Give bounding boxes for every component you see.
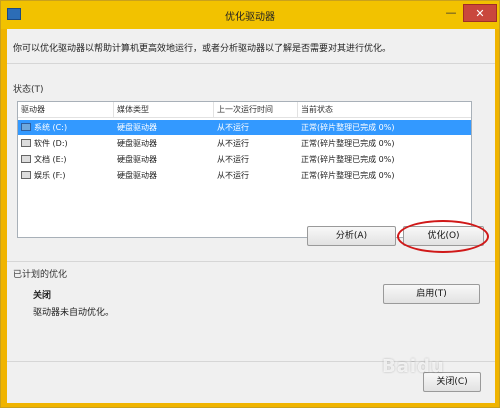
drive-row-d[interactable]: 软件 (D:) 硬盘驱动器 从不运行 正常(碎片整理已完成 0%) bbox=[18, 136, 471, 151]
divider bbox=[7, 63, 495, 64]
status-section-label: 状态(T) bbox=[13, 85, 44, 95]
column-header-media-type[interactable]: 媒体类型 bbox=[114, 102, 214, 118]
current-status: 正常(碎片整理已完成 0%) bbox=[301, 123, 395, 132]
dialog-content: 你可以优化驱动器以帮助计算机更高效地运行，或者分析驱动器以了解是否需要对其进行优… bbox=[7, 29, 495, 403]
drive-row-e[interactable]: 文档 (E:) 硬盘驱动器 从不运行 正常(碎片整理已完成 0%) bbox=[18, 152, 471, 167]
current-status: 正常(碎片整理已完成 0%) bbox=[301, 139, 395, 148]
last-run: 从不运行 bbox=[217, 123, 249, 132]
media-type: 硬盘驱动器 bbox=[117, 139, 157, 148]
column-header-drive[interactable]: 驱动器 bbox=[18, 102, 114, 118]
intro-text: 你可以优化驱动器以帮助计算机更高效地运行，或者分析驱动器以了解是否需要对其进行优… bbox=[13, 44, 392, 54]
media-type: 硬盘驱动器 bbox=[117, 123, 157, 132]
drive-name: 系统 (C:) bbox=[34, 123, 68, 132]
drive-icon bbox=[21, 139, 31, 147]
drive-name: 软件 (D:) bbox=[34, 139, 68, 148]
close-window-button[interactable]: ✕ bbox=[463, 4, 497, 22]
drive-icon bbox=[21, 155, 31, 163]
drive-row-c[interactable]: 系统 (C:) 硬盘驱动器 从不运行 正常(碎片整理已完成 0%) bbox=[18, 120, 471, 135]
last-run: 从不运行 bbox=[217, 155, 249, 164]
drive-name: 文档 (E:) bbox=[34, 155, 67, 164]
column-header-current-status[interactable]: 当前状态 bbox=[298, 102, 471, 118]
scheduled-state: 关闭 bbox=[33, 291, 52, 301]
media-type: 硬盘驱动器 bbox=[117, 171, 157, 180]
drive-row-f[interactable]: 娱乐 (F:) 硬盘驱动器 从不运行 正常(碎片整理已完成 0%) bbox=[18, 168, 471, 183]
column-header-last-run[interactable]: 上一次运行时间 bbox=[214, 102, 298, 118]
optimize-drives-window: 优化驱动器 — ✕ 你可以优化驱动器以帮助计算机更高效地运行，或者分析驱动器以了… bbox=[0, 0, 500, 408]
window-title: 优化驱动器 bbox=[225, 12, 275, 23]
divider bbox=[7, 361, 495, 362]
title-bar[interactable]: 优化驱动器 — ✕ bbox=[1, 1, 499, 29]
windows-drive-icon bbox=[21, 123, 31, 131]
current-status: 正常(碎片整理已完成 0%) bbox=[301, 171, 395, 180]
drive-name: 娱乐 (F:) bbox=[34, 171, 66, 180]
last-run: 从不运行 bbox=[217, 139, 249, 148]
scheduled-optimization-label: 已计划的优化 bbox=[13, 270, 68, 280]
enable-button[interactable]: 启用(T) bbox=[383, 284, 480, 304]
divider bbox=[7, 261, 495, 262]
highlight-circle bbox=[397, 220, 489, 253]
analyze-button[interactable]: 分析(A) bbox=[307, 226, 396, 246]
close-button[interactable]: 关闭(C) bbox=[423, 372, 481, 392]
scheduled-description: 驱动器未自动优化。 bbox=[33, 308, 115, 318]
media-type: 硬盘驱动器 bbox=[117, 155, 157, 164]
drive-icon bbox=[21, 171, 31, 179]
minimize-button[interactable]: — bbox=[441, 4, 461, 22]
last-run: 从不运行 bbox=[217, 171, 249, 180]
drive-list-header: 驱动器 媒体类型 上一次运行时间 当前状态 bbox=[18, 102, 471, 118]
drive-list[interactable]: 驱动器 媒体类型 上一次运行时间 当前状态 系统 (C:) 硬盘驱动器 从不运行… bbox=[17, 101, 472, 238]
current-status: 正常(碎片整理已完成 0%) bbox=[301, 155, 395, 164]
